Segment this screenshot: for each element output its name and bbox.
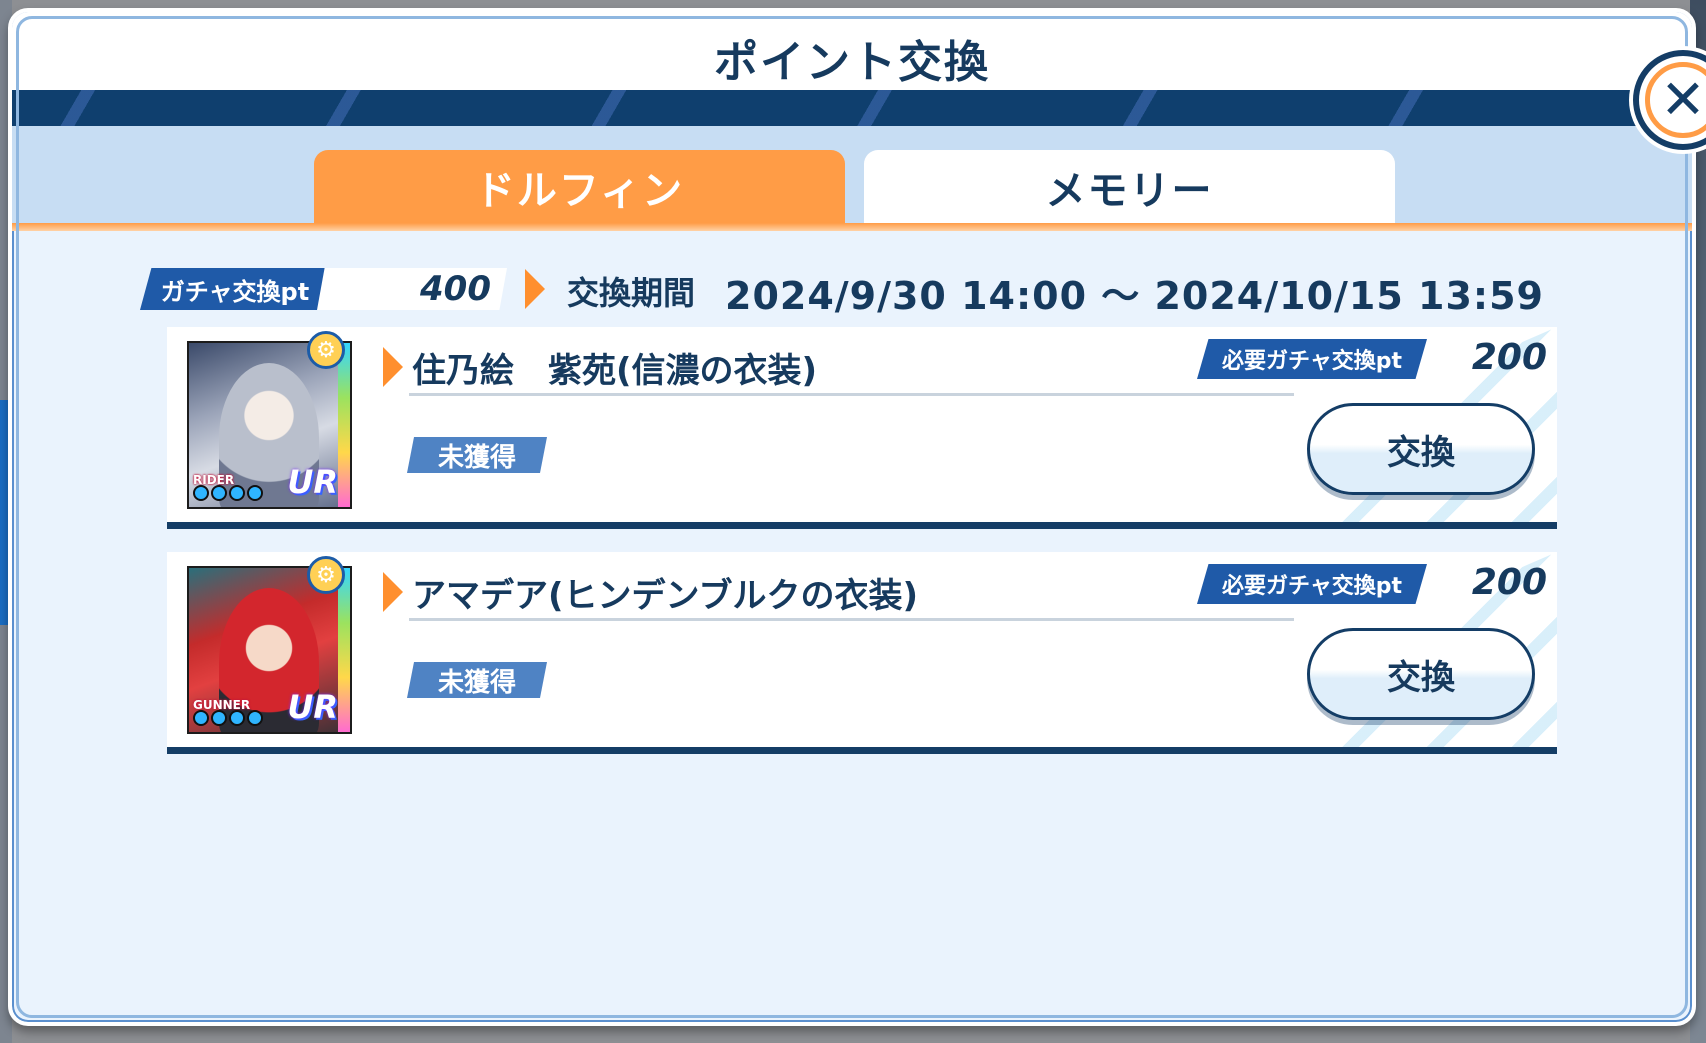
gem-slots — [193, 710, 263, 726]
status-badge: 未獲得 — [407, 437, 547, 473]
item-name: 住乃絵 紫苑(信濃の衣装) — [412, 351, 818, 391]
period-value: 2024/9/30 14:00 〜 2024/10/15 13:59 — [725, 274, 1544, 318]
required-points-label: 必要ガチャ交換pt — [1197, 339, 1427, 379]
gem-slots — [193, 485, 263, 501]
close-icon: ✕ — [1645, 62, 1706, 138]
required-points-label: 必要ガチャ交換pt — [1197, 564, 1427, 604]
point-exchange-dialog: ポイント交換 ドルフィン メモリー ガチャ交換pt 400 交換期間 2024/… — [8, 8, 1696, 1026]
rarity-frame — [338, 343, 350, 507]
orange-arrow-icon — [383, 572, 403, 612]
orange-arrow-icon — [525, 269, 545, 309]
points-label: ガチャ交換pt — [140, 268, 330, 310]
tab-memory[interactable]: メモリー — [864, 150, 1395, 223]
rarity-label: UR — [287, 463, 338, 501]
gear-icon: ⚙ — [307, 556, 345, 594]
gear-icon: ⚙ — [307, 331, 345, 369]
tab-dolphin[interactable]: ドルフィン — [314, 150, 845, 223]
dialog-title: ポイント交換 — [714, 37, 990, 88]
tab-underline — [12, 223, 1692, 231]
list-item: RIDER UR ⚙ 住乃絵 紫苑(信濃の衣装) 未獲得 必要ガチャ交換pt 2… — [167, 327, 1557, 529]
rarity-label: UR — [287, 688, 338, 726]
status-badge: 未獲得 — [407, 662, 547, 698]
orange-arrow-icon — [383, 347, 403, 387]
tab-bar — [12, 126, 1692, 223]
rarity-frame — [338, 568, 350, 732]
dialog-header: ポイント交換 — [12, 12, 1692, 90]
points-value: 400 — [317, 268, 507, 310]
period-label: 交換期間 — [567, 274, 696, 312]
divider — [409, 618, 1294, 621]
exchange-button[interactable]: 交換 — [1307, 628, 1535, 720]
required-points-value: 200 — [1471, 337, 1547, 378]
required-points-value: 200 — [1471, 562, 1547, 603]
item-name: アマデア(ヒンデンブルクの衣装) — [412, 576, 919, 616]
exchange-button[interactable]: 交換 — [1307, 403, 1535, 495]
divider — [409, 393, 1294, 396]
header-band — [12, 90, 1692, 126]
list-item: GUNNER UR ⚙ アマデア(ヒンデンブルクの衣装) 未獲得 必要ガチャ交換… — [167, 552, 1557, 754]
